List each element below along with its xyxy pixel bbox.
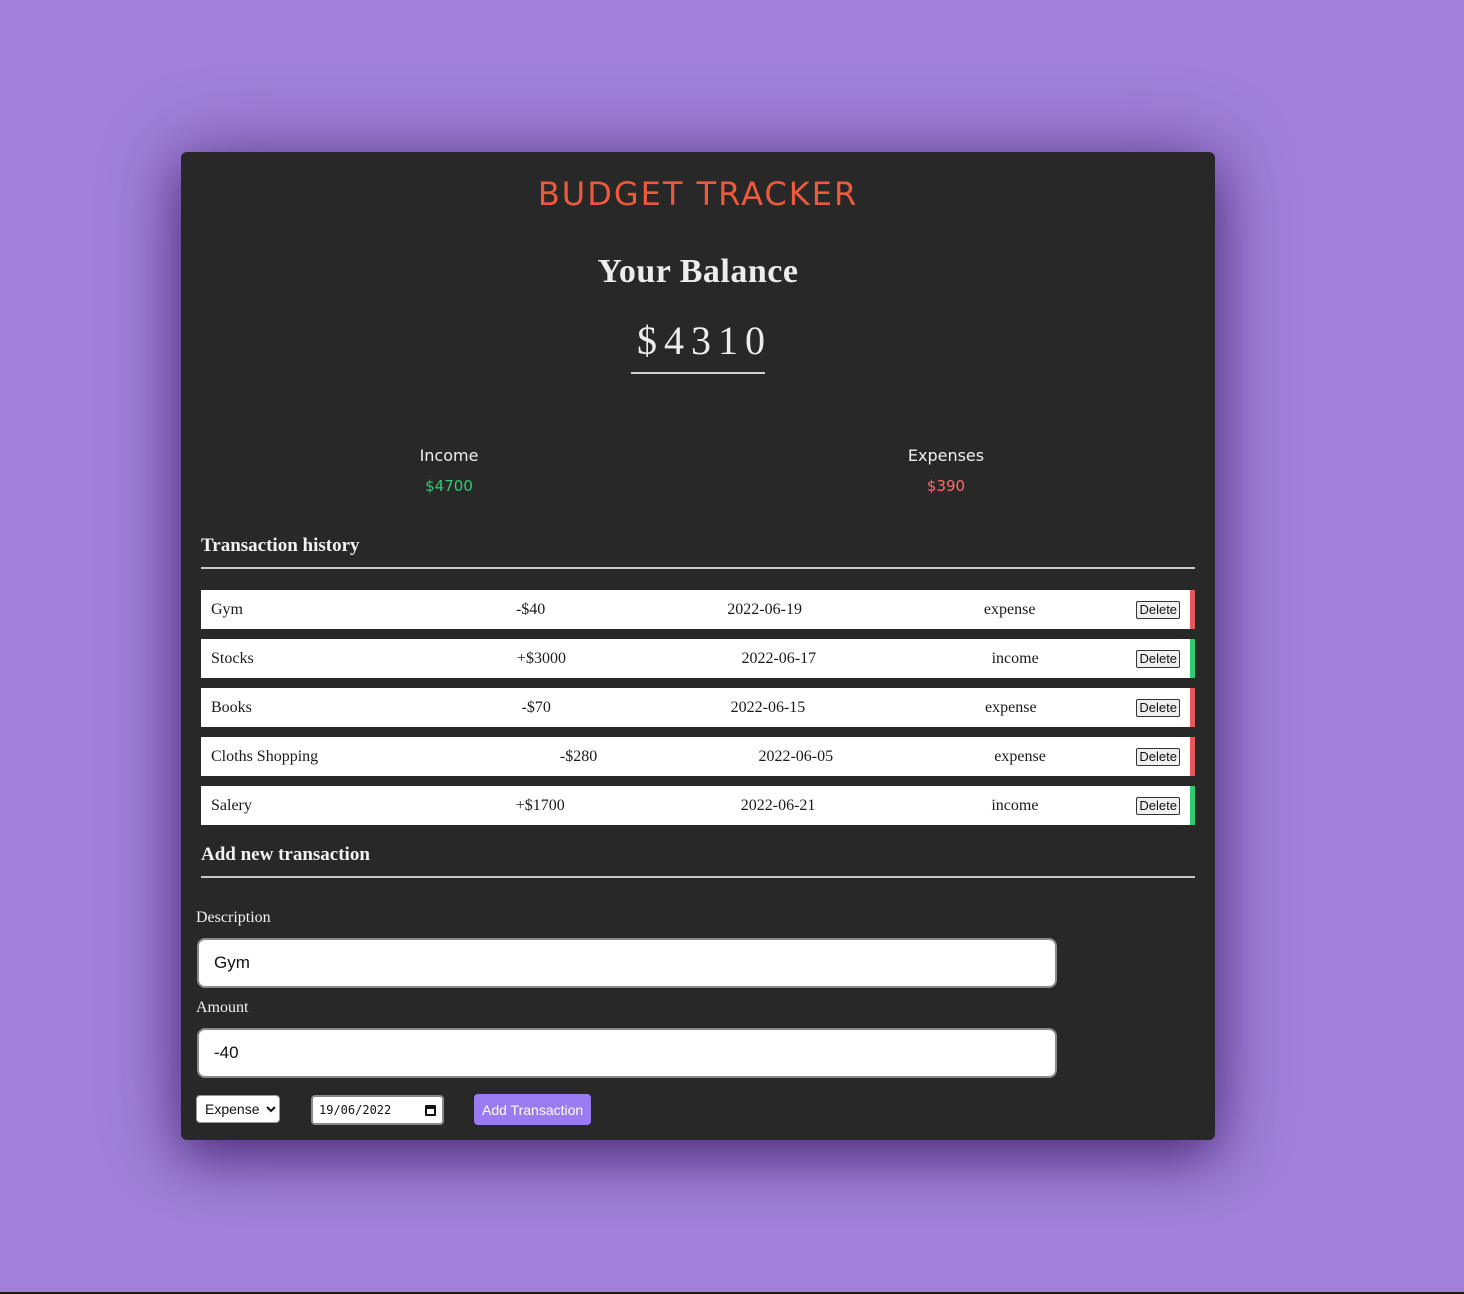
transaction-amount: +$1700 — [515, 796, 565, 814]
transaction-type: income — [991, 649, 1039, 667]
transaction-row: Books -$70 2022-06-15 expense Delete — [201, 688, 1195, 727]
transaction-description: Books — [211, 698, 252, 716]
income-value: $4700 — [425, 477, 473, 495]
balance-value: $4310 — [631, 316, 765, 374]
date-input[interactable]: 19/06/2022 — [311, 1095, 444, 1125]
balance-heading: Your Balance — [597, 253, 799, 290]
transaction-amount: +$3000 — [516, 649, 566, 667]
transaction-type: expense — [985, 698, 1037, 716]
transaction-description: Salery — [211, 796, 252, 814]
expense-value: $390 — [926, 477, 966, 495]
app-title: BUDGET TRACKER — [537, 175, 859, 213]
budget-tracker-card: BUDGET TRACKER Your Balance $4310 Income… — [181, 152, 1215, 1140]
income-summary: Income $4700 — [349, 446, 549, 496]
transaction-type: income — [991, 796, 1039, 814]
transaction-history-heading: Transaction history — [201, 534, 1195, 569]
delete-wrap: Delete — [1126, 747, 1190, 766]
transaction-row: Gym -$40 2022-06-19 expense Delete — [201, 590, 1195, 629]
date-value: 19/06/2022 — [319, 1103, 392, 1117]
amount-label: Amount — [196, 999, 249, 1016]
transaction-date: 2022-06-17 — [741, 649, 817, 667]
transaction-amount: -$280 — [559, 747, 598, 765]
expense-summary: Expenses $390 — [846, 446, 1046, 496]
transaction-date: 2022-06-15 — [730, 698, 806, 716]
transaction-description: Stocks — [211, 649, 254, 667]
add-transaction-button[interactable]: Add Transaction — [474, 1094, 592, 1125]
income-label: Income — [419, 446, 479, 465]
transaction-type: expense — [983, 600, 1036, 618]
delete-wrap: Delete — [1126, 600, 1190, 619]
delete-button[interactable]: Delete — [1136, 600, 1181, 619]
delete-button[interactable]: Delete — [1136, 698, 1180, 717]
transaction-amount: -$40 — [515, 600, 546, 618]
delete-wrap: Delete — [1126, 796, 1190, 815]
delete-wrap: Delete — [1126, 698, 1190, 717]
delete-wrap: Delete — [1126, 649, 1190, 668]
transaction-row: Stocks +$3000 2022-06-17 income Delete — [201, 639, 1195, 678]
amount-input[interactable] — [197, 1028, 1057, 1078]
transaction-date: 2022-06-19 — [727, 600, 802, 618]
description-input[interactable] — [197, 938, 1057, 988]
delete-button[interactable]: Delete — [1136, 796, 1180, 815]
add-transaction-heading: Add new transaction — [201, 843, 1195, 878]
transaction-row: Salery +$1700 2022-06-21 income Delete — [201, 786, 1195, 825]
transaction-amount: -$70 — [521, 698, 551, 716]
transaction-description: Cloths Shopping — [211, 747, 319, 765]
transaction-description: Gym — [211, 600, 243, 618]
transaction-date: 2022-06-05 — [758, 747, 834, 765]
transaction-row: Cloths Shopping -$280 2022-06-05 expense… — [201, 737, 1195, 776]
expense-label: Expenses — [907, 446, 985, 465]
delete-button[interactable]: Delete — [1136, 649, 1181, 668]
transaction-list: Gym -$40 2022-06-19 expense Delete Stock… — [201, 590, 1195, 835]
transaction-date: 2022-06-21 — [740, 796, 816, 814]
description-label: Description — [196, 909, 271, 926]
delete-button[interactable]: Delete — [1136, 747, 1180, 766]
transaction-type-select[interactable]: Expense — [196, 1095, 280, 1123]
calendar-icon[interactable] — [425, 1104, 436, 1116]
transaction-type: expense — [994, 747, 1046, 765]
